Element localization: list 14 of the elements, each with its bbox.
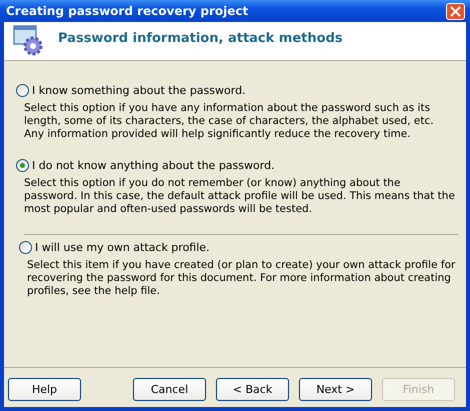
- close-icon: [450, 6, 461, 16]
- back-button[interactable]: < Back: [216, 378, 289, 401]
- cancel-button[interactable]: Cancel: [133, 378, 206, 401]
- help-button[interactable]: Help: [8, 378, 81, 401]
- option-description: Select this option if you do not remember (or know) anything about the password. In this case, the default attack profile will be used. This means that the most popular and often-used passwords will be tested.: [24, 177, 456, 216]
- radio-option[interactable]: I know something about the password.: [16, 84, 456, 97]
- page-heading: Password information, attack methods: [58, 30, 343, 46]
- next-button[interactable]: Next >: [299, 378, 372, 401]
- radio-option[interactable]: I do not know anything about the password.: [16, 159, 456, 172]
- radio-option[interactable]: I will use my own attack profile.: [19, 241, 456, 254]
- option-description: Select this item if you have created (or plan to create) your own attack profile for recovering the password for this document. For more information about creating profiles, see the help file.: [27, 259, 456, 298]
- option-description: Select this option if you have any information about the password such as its length, some of its characters, the case of characters, the alphabet used, etc. Any information provided will help significantly reduce the recovery time.: [24, 102, 435, 141]
- close-button[interactable]: [446, 2, 465, 20]
- window-title: Creating password recovery project: [6, 4, 248, 18]
